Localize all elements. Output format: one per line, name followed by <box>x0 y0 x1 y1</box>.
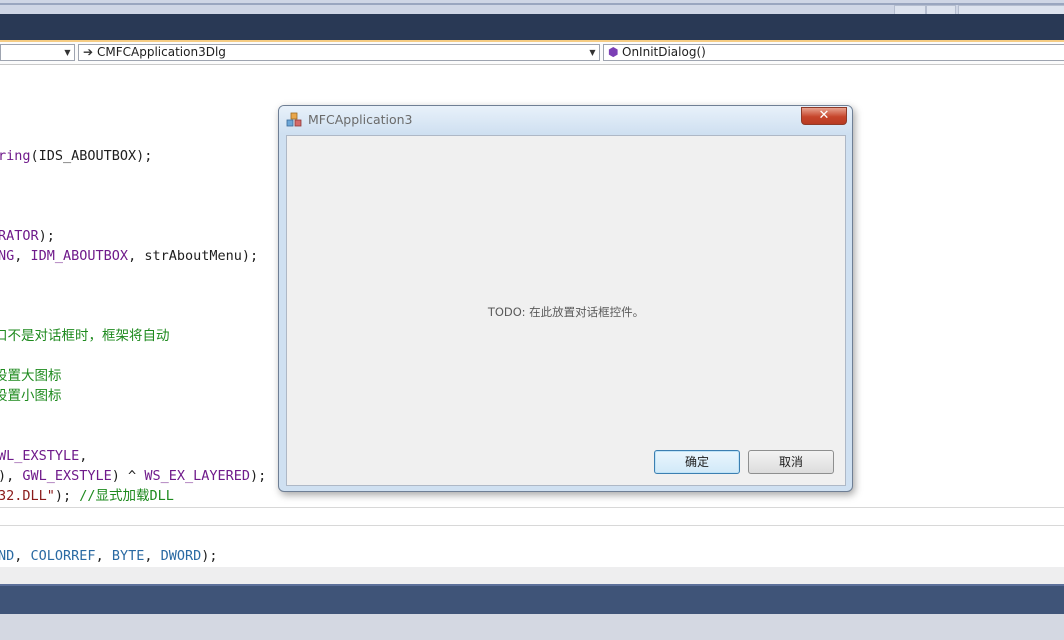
method-cube-icon: ⬢ <box>608 45 619 59</box>
member-dropdown[interactable]: ⬢ OnInitDialog() <box>603 44 1064 61</box>
code-navigation-bar: ▼ ➔ CMFCApplication3Dlg ▼ ⬢ OnInitDialog() <box>0 42 1064 65</box>
panel-highlight <box>0 584 1064 586</box>
code-line: NG, IDM_ABOUTBOX, strAboutMenu); <box>0 248 259 264</box>
close-button[interactable]: ✕ <box>801 107 847 125</box>
output-panel-header <box>0 584 1064 614</box>
code-line: ring(IDS_ABOUTBOX); <box>0 148 153 164</box>
class-dropdown[interactable]: ➔ CMFCApplication3Dlg ▼ <box>78 44 600 61</box>
close-icon: ✕ <box>818 108 830 123</box>
chevron-down-icon[interactable]: ▼ <box>63 45 72 60</box>
code-line: RATOR); <box>0 228 55 244</box>
code-line: WL_EXSTYLE, <box>0 448 88 464</box>
member-dropdown-value: OnInitDialog() <box>622 45 706 59</box>
code-comment: 口不是对话框时，框架将自动 <box>0 328 170 344</box>
cancel-button[interactable]: 取消 <box>748 450 834 474</box>
editor-divider <box>0 507 1064 508</box>
code-comment: 设置小图标 <box>0 388 62 404</box>
scope-dropdown[interactable]: ▼ <box>0 44 75 61</box>
dialog-title: MFCApplication3 <box>308 112 413 127</box>
arrow-right-icon: ➔ <box>83 45 94 59</box>
application-icon <box>286 112 302 127</box>
ok-button[interactable]: 确定 <box>654 450 740 474</box>
bottom-panel <box>0 614 1064 640</box>
top-toolbar-strip <box>0 0 1064 15</box>
dialog-client-area: TODO: 在此放置对话框控件。 确定 取消 <box>286 135 846 486</box>
horizontal-scrollbar[interactable] <box>0 567 1064 584</box>
code-line: ), GWL_EXSTYLE) ^ WS_EX_LAYERED); <box>0 468 267 484</box>
document-tab-well <box>0 14 1064 40</box>
code-comment: 设置大图标 <box>0 368 62 384</box>
editor-divider <box>0 525 1064 526</box>
mfc-dialog-window: MFCApplication3 ✕ TODO: 在此放置对话框控件。 确定 取消 <box>278 105 853 492</box>
class-dropdown-value: CMFCApplication3Dlg <box>97 45 226 59</box>
code-line: 32.DLL"); //显式加载DLL <box>0 488 174 504</box>
todo-label: TODO: 在此放置对话框控件。 <box>487 305 645 319</box>
chevron-down-icon[interactable]: ▼ <box>588 45 597 60</box>
code-line: ND, COLORREF, BYTE, DWORD); <box>0 548 218 564</box>
